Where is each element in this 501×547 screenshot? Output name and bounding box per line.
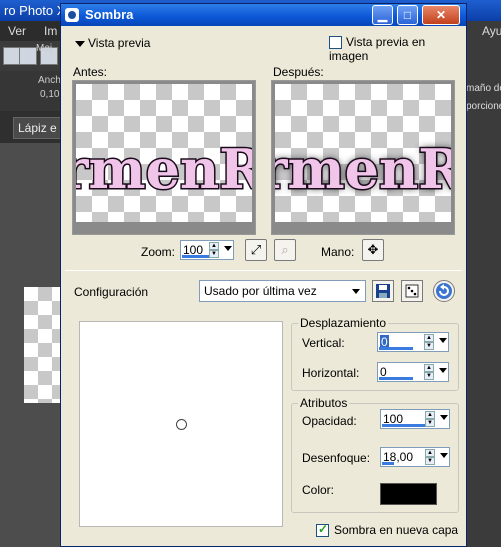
save-icon[interactable] — [19, 47, 37, 65]
mano-label: Mano: — [321, 245, 355, 259]
desenfoque-bar — [382, 462, 394, 465]
horizontal-bar — [379, 377, 413, 380]
preview-after-text-graphic: rmenRo rmenRo — [275, 136, 451, 203]
horizontal-spinner[interactable]: ▲ ▼ — [424, 364, 434, 380]
preview-after[interactable]: rmenRo rmenRo — [271, 80, 455, 235]
zoom-fit-button[interactable]: ⤢ — [245, 239, 267, 261]
preview-text: rmenRo — [275, 137, 451, 201]
zoom-actual-button[interactable]: ⌕ — [274, 239, 296, 261]
desenfoque-spinner[interactable]: ▲ ▼ — [425, 449, 435, 465]
anchura-value[interactable]: 0,10 — [40, 89, 59, 100]
save-preset-button[interactable] — [372, 280, 394, 302]
reset-preset-button[interactable] — [433, 280, 455, 302]
reset-icon — [436, 283, 452, 299]
preview-before-image: rmenRo — [76, 84, 252, 222]
dice-icon — [405, 284, 419, 298]
checkbox-box[interactable] — [316, 522, 329, 538]
random-preset-button[interactable] — [401, 280, 423, 302]
color-label: Color: — [302, 483, 335, 497]
despues-label: Después: — [273, 65, 324, 79]
offset-preview-pad[interactable] — [79, 321, 283, 527]
configuracion-select[interactable]: Usado por última vez — [199, 280, 366, 302]
dialog-titlebar[interactable]: Sombra ▁ □ ✕ — [61, 4, 466, 26]
right-panel: Ayu maño de porciones — [466, 21, 501, 547]
divider — [65, 270, 462, 271]
background-canvas — [24, 287, 64, 403]
preview-after-image: rmenRo rmenRo — [275, 84, 451, 222]
atributos-group: Atributos Opacidad: 100 ▲ ▼ Desenfoque: 1… — [291, 396, 459, 513]
zoom-bar — [182, 255, 212, 258]
zoom-label: Zoom: — [141, 245, 176, 259]
menu-imagen[interactable]: Im — [44, 24, 57, 38]
dialog-title: Sombra — [85, 7, 134, 22]
desplazamiento-group: Desplazamiento Vertical: 0 ▲ ▼ Horizontal… — [291, 316, 459, 391]
checkbox-box[interactable] — [329, 36, 342, 50]
configuracion-label: Configuración — [74, 285, 149, 299]
chevron-down-icon[interactable] — [224, 246, 232, 251]
sombra-nueva-capa-checkbox[interactable]: Sombra en nueva capa — [316, 522, 459, 538]
preview-text: rmenRo — [76, 137, 252, 201]
vertical-bar — [379, 347, 413, 350]
offset-handle[interactable] — [176, 419, 187, 430]
anchura-label: Anch — [38, 75, 61, 86]
desplazamiento-title: Desplazamiento — [298, 316, 389, 330]
zoom-input[interactable]: 100 ▲ ▼ — [180, 240, 234, 260]
sombra-dialog: Sombra ▁ □ ✕ Vista previa Vista previa e… — [60, 3, 467, 547]
maximize-button[interactable]: □ — [397, 5, 418, 25]
preview-before-text-graphic: rmenRo — [76, 136, 252, 203]
mej-label: Mej — [36, 43, 53, 54]
vista-previa-label: Vista previa — [88, 36, 151, 50]
menu-ver[interactable]: Ver — [8, 24, 26, 38]
vista-previa-imagen-checkbox[interactable]: Vista previa en imagen — [329, 35, 466, 63]
opacidad-label: Opacidad: — [302, 414, 357, 428]
chevron-down-icon[interactable] — [440, 453, 448, 458]
chevron-down-icon — [352, 289, 360, 294]
antes-label: Antes: — [73, 65, 108, 79]
collapse-arrow-icon — [75, 40, 85, 47]
right-text-tamano: maño de — [466, 83, 501, 94]
pan-button[interactable]: ✥ — [362, 239, 384, 261]
chevron-down-icon[interactable] — [439, 368, 447, 373]
minimize-button[interactable]: ▁ — [372, 5, 393, 25]
sombra-nueva-capa-label: Sombra en nueva capa — [334, 523, 459, 537]
vertical-spinner[interactable]: ▲ ▼ — [424, 334, 434, 350]
preview-before[interactable]: rmenRo — [72, 80, 256, 235]
horizontal-label: Horizontal: — [302, 366, 360, 380]
vertical-input[interactable]: 0 ▲ ▼ — [377, 332, 449, 352]
opacidad-spinner[interactable]: ▲ ▼ — [425, 411, 435, 427]
chevron-down-icon[interactable] — [440, 415, 448, 420]
opacidad-input[interactable]: 100 ▲ ▼ — [380, 409, 450, 429]
color-swatch[interactable] — [380, 483, 437, 505]
desenfoque-input[interactable]: 18,00 ▲ ▼ — [380, 447, 450, 467]
configuracion-value: Usado por última vez — [204, 284, 317, 298]
vista-previa-imagen-label: Vista previa en imagen — [329, 35, 426, 64]
desenfoque-label: Desenfoque: — [302, 451, 371, 465]
right-text-proporciones: porciones — [466, 101, 501, 112]
vertical-label: Vertical: — [302, 336, 345, 350]
chevron-down-icon[interactable] — [439, 338, 447, 343]
atributos-title: Atributos — [298, 396, 350, 410]
close-button[interactable]: ✕ — [422, 5, 460, 25]
menu-ayuda[interactable]: Ayu — [482, 24, 501, 38]
vista-previa-toggle[interactable]: Vista previa — [75, 36, 150, 50]
save-icon — [376, 284, 390, 298]
app-logo-icon — [65, 8, 79, 22]
lapiz-tool-button[interactable]: Lápiz e — [13, 117, 63, 139]
app-title-text: ro Photo X — [4, 3, 66, 18]
horizontal-input[interactable]: 0 ▲ ▼ — [377, 362, 449, 382]
zoom-spinner[interactable]: ▲ ▼ — [209, 242, 219, 258]
